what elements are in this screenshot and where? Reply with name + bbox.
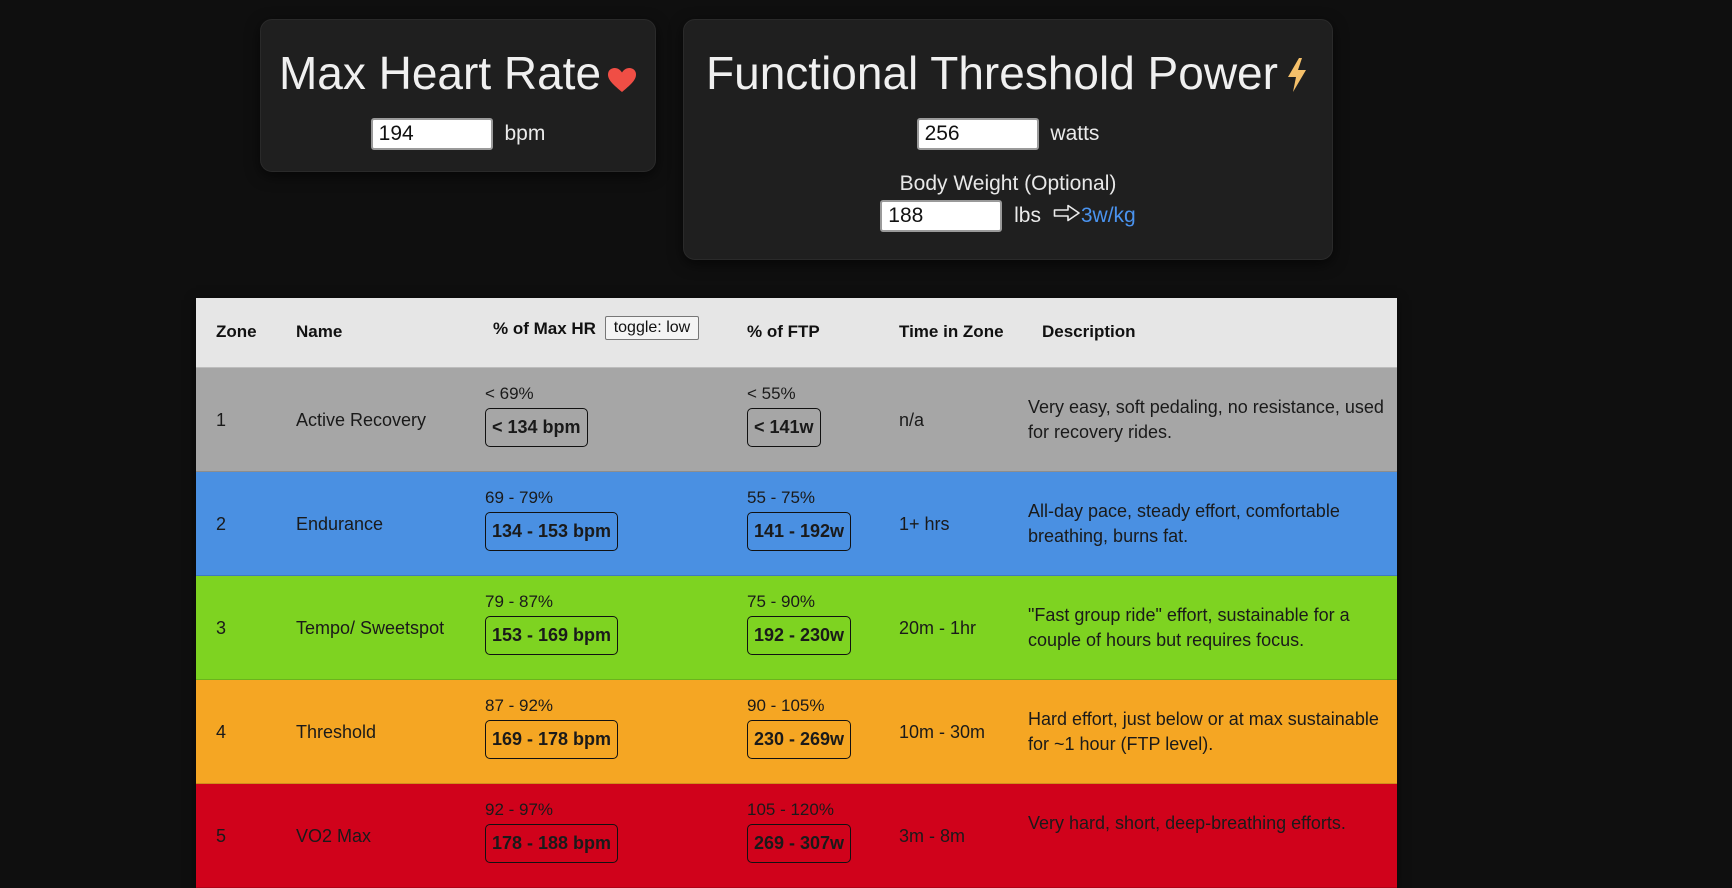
zone-ftp-watts-badge: 269 - 307w (747, 824, 852, 863)
zone-name: Endurance (296, 514, 384, 534)
zone-number: 2 (216, 514, 227, 534)
watts-per-kg-value: 3w/kg (1080, 204, 1136, 228)
header-pct-ftp: % of FTP (747, 322, 820, 341)
body-weight-label: Body Weight (Optional) (899, 172, 1117, 196)
watts-unit-label: watts (1050, 122, 1100, 146)
zone-name: Threshold (296, 722, 377, 742)
max-heart-rate-input-row: bpm (261, 118, 655, 151)
zone-ftp-watts-badge: < 141w (747, 408, 821, 447)
zone-ftp-percent: 105 - 120% (747, 800, 834, 819)
zone-number: 4 (216, 722, 227, 742)
zone-ftp-percent: 55 - 75% (747, 488, 816, 507)
header-time-in-zone: Time in Zone (899, 322, 1004, 341)
zone-time: 10m - 30m (899, 722, 986, 742)
body-weight-row: lbs 3w/kg (684, 200, 1332, 233)
ftp-input[interactable] (916, 118, 1039, 151)
zone-hr-percent: 87 - 92% (485, 696, 554, 715)
bpm-unit-label: bpm (504, 122, 546, 146)
table-row: 4 Threshold 87 - 92% 169 - 178 bpm 90 - 105%… (196, 680, 1397, 784)
ftp-title-text: Functional Threshold Power (706, 47, 1278, 99)
zone-ftp-watts-badge: 192 - 230w (747, 616, 852, 655)
max-heart-rate-title-text: Max Heart Rate (278, 47, 602, 99)
zone-ftp-percent: < 55% (747, 384, 796, 403)
zone-hr-bpm-badge: 178 - 188 bpm (485, 824, 619, 863)
zone-ftp-percent: 90 - 105% (747, 696, 825, 715)
zone-ftp-watts-badge: 141 - 192w (747, 512, 852, 551)
header-name: Name (296, 322, 343, 341)
zone-hr-percent: 92 - 97% (485, 800, 554, 819)
table-header: Zone Name % of Max HR toggle: low % of F… (196, 298, 1397, 368)
header-zone: Zone (216, 322, 257, 341)
header-description: Description (1042, 322, 1136, 341)
zone-description: Very hard, short, deep-breathing efforts… (1028, 813, 1346, 833)
zone-ftp-percent: 75 - 90% (747, 592, 816, 611)
zone-hr-bpm-badge: < 134 bpm (485, 408, 588, 447)
zone-name: Tempo/ Sweetspot (296, 618, 445, 638)
zone-time: 1+ hrs (899, 514, 950, 534)
table-row: 1 Active Recovery < 69% < 134 bpm < 55% < 141… (196, 368, 1397, 472)
zone-description: "Fast group ride" effort, sustainable fo… (1028, 605, 1350, 650)
zone-time: 3m - 8m (899, 826, 966, 846)
zone-description: Very easy, soft pedaling, no resistance,… (1028, 397, 1384, 442)
ftp-card: Functional Threshold Power watts Body We… (683, 19, 1333, 260)
zone-time: n/a (899, 410, 925, 430)
zone-name: VO2 Max (296, 826, 372, 846)
max-heart-rate-input[interactable] (370, 118, 493, 151)
max-heart-rate-title: Max Heart Rate (261, 48, 655, 102)
zone-hr-percent: < 69% (485, 384, 534, 403)
zone-time: 20m - 1hr (899, 618, 977, 638)
zone-hr-bpm-badge: 169 - 178 bpm (485, 720, 619, 759)
zone-hr-bpm-badge: 153 - 169 bpm (485, 616, 619, 655)
table-row: 5 VO2 Max 92 - 97% 178 - 188 bpm 105 - 120% 2… (196, 784, 1397, 888)
zone-number: 3 (216, 618, 227, 638)
header-pct-hr-group: % of Max HR toggle: low (493, 316, 700, 342)
lightning-icon (1284, 52, 1310, 103)
zone-description: Hard effort, just below or at max sustai… (1028, 709, 1379, 754)
zone-ftp-watts-badge: 230 - 269w (747, 720, 852, 759)
zone-number: 1 (216, 410, 227, 430)
zones-table: Zone Name % of Max HR toggle: low % of F… (196, 298, 1397, 888)
lbs-unit-label: lbs (1014, 204, 1041, 228)
body-weight-input[interactable] (880, 200, 1003, 233)
table-row: 2 Endurance 69 - 79% 134 - 153 bpm 55 - 75% 1… (196, 472, 1397, 576)
table-body: 1 Active Recovery < 69% < 134 bpm < 55% < 141… (196, 368, 1397, 888)
header-pct-hr: % of Max HR (493, 319, 596, 338)
right-arrow-icon (1053, 204, 1081, 228)
zone-hr-bpm-badge: 134 - 153 bpm (485, 512, 619, 551)
ftp-title: Functional Threshold Power (684, 48, 1332, 102)
max-heart-rate-card: Max Heart Rate bpm (260, 19, 656, 172)
zone-number: 5 (216, 826, 227, 846)
zone-hr-percent: 69 - 79% (485, 488, 554, 507)
ftp-input-row: watts (684, 118, 1332, 151)
zone-hr-percent: 79 - 87% (485, 592, 554, 611)
heart-icon (607, 52, 637, 103)
table-row: 3 Tempo/ Sweetspot 79 - 87% 153 - 169 bpm 75… (196, 576, 1397, 680)
zone-description: All-day pace, steady effort, comfortable… (1028, 501, 1340, 546)
zone-name: Active Recovery (296, 410, 427, 430)
hr-toggle-button[interactable]: toggle: low (604, 316, 700, 340)
